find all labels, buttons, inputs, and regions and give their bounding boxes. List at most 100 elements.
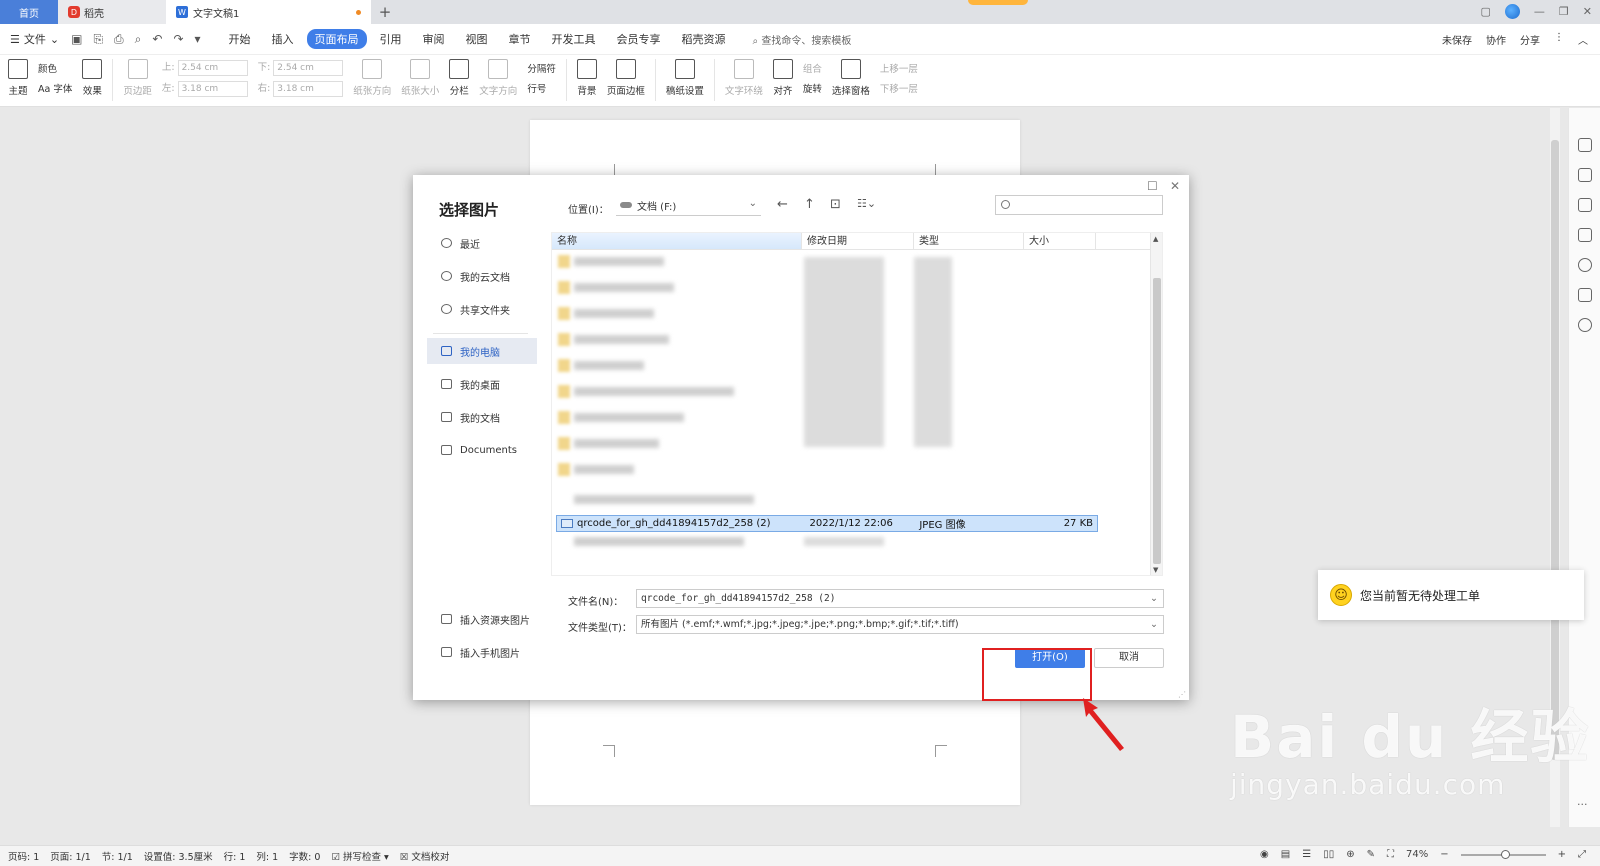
promo-badge[interactable] [968,0,1028,5]
sidebar-item-documents[interactable]: Documents [439,437,547,463]
separator-button[interactable]: 分隔符 [527,61,556,75]
status-page-no[interactable]: 页码: 1 [8,849,39,863]
close-icon[interactable]: ✕ [1170,179,1180,193]
tab-home[interactable]: 首页 [0,0,58,24]
paper-setting-button[interactable]: 稿纸设置 [666,59,704,97]
list-item[interactable] [574,413,684,422]
unsaved-button[interactable]: 未保存 [1442,32,1472,47]
filetype-select[interactable]: 所有图片 (*.emf;*.wmf;*.jpg;*.jpeg;*.jpe;*.p… [636,615,1164,634]
zoom-out-icon[interactable]: − [1440,849,1448,860]
column-name[interactable]: 名称 [552,233,802,249]
zoom-level[interactable]: 74% [1406,849,1428,860]
list-item[interactable] [574,361,644,370]
minimize-icon[interactable]: — [1534,5,1545,18]
text-wrap-button[interactable]: 文字环绕 [725,59,763,97]
paper-size-button[interactable]: 纸张大小 [401,59,439,97]
tab-daoke[interactable]: D 稻壳 [58,0,166,24]
back-icon[interactable]: ← [777,197,788,212]
insert-from-resource-folder[interactable]: 插入资源夹图片 [439,606,547,632]
text-direction-button[interactable]: 文字方向 [479,59,517,97]
select-pane-button[interactable]: 选择窗格 [832,59,870,97]
list-item[interactable] [574,335,669,344]
file-list[interactable]: 名称 修改日期 类型 大小 qrcode_for_gh_dd41894157d2… [551,232,1163,576]
eye-icon[interactable]: ◉ [1260,849,1269,860]
view-mode-icon[interactable]: ☷⌄ [857,197,876,210]
column-size[interactable]: 大小 [1024,233,1096,249]
menu-insert[interactable]: 插入 [264,29,302,49]
print-icon[interactable]: ⎙ [114,32,124,47]
layout-icon[interactable]: ▢ [1481,5,1491,18]
status-setting[interactable]: 设置值: 3.5厘米 [144,849,213,863]
color-button[interactable]: 颜色 [38,61,72,75]
resize-grip-icon[interactable]: ⋰ [1178,690,1186,699]
scrollbar-thumb[interactable] [1153,278,1161,564]
sidebar-item-my-documents[interactable]: 我的文档 [439,404,547,430]
send-backward-button[interactable]: 下移一层 [880,81,918,95]
pen-icon[interactable] [1578,168,1592,182]
status-section[interactable]: 节: 1/1 [102,849,133,863]
left-margin-input[interactable]: 3.18 cm [177,81,248,97]
new-tab-button[interactable]: + [371,0,399,24]
restore-icon[interactable]: ❐ [1559,5,1569,18]
help-icon[interactable] [1578,258,1592,272]
collaborate-button[interactable]: 协作 [1486,32,1506,47]
backup-icon[interactable] [1578,288,1592,302]
status-row[interactable]: 行: 1 [224,849,246,863]
page-border-button[interactable]: 页面边框 [607,59,645,97]
tab-document[interactable]: W 文字文稿1 [166,0,371,24]
status-col[interactable]: 列: 1 [256,849,278,863]
undo-icon[interactable]: ↶ [152,32,162,47]
style-icon[interactable] [1578,138,1592,152]
sidebar-item-my-computer[interactable]: 我的电脑 [427,338,537,364]
share-button[interactable]: 分享 [1520,32,1540,47]
close-window-icon[interactable]: ✕ [1583,5,1592,18]
customize-icon[interactable]: ▾ [195,32,201,47]
menu-daoke-resources[interactable]: 稻壳资源 [674,29,734,49]
rotate-button[interactable]: 旋转 [803,81,822,95]
chevron-down-icon[interactable]: ⌄ [1150,590,1158,607]
fit-page-icon[interactable]: ⛶ [1387,849,1394,860]
more-icon[interactable]: ⋮ [1554,32,1564,47]
read-view-icon[interactable]: ▯▯ [1323,849,1334,860]
list-item[interactable] [574,387,734,396]
proofread-button[interactable]: ☒ 文档校对 [400,849,450,863]
menu-review[interactable]: 审阅 [415,29,453,49]
table-row-selected[interactable]: qrcode_for_gh_dd41894157d2_258 (2) 2022/… [556,515,1098,532]
spell-check-button[interactable]: ☑ 拼写检查 ▾ [331,849,388,863]
columns-button[interactable]: 分栏 [449,59,470,97]
bottom-margin-input[interactable]: 2.54 cm [273,60,344,76]
margins-button[interactable]: 页边距 [123,59,152,97]
menu-member[interactable]: 会员专享 [609,29,669,49]
effect-button[interactable]: 效果 [82,59,103,97]
location-icon[interactable] [1578,318,1592,332]
settings-sliders-icon[interactable] [1578,228,1592,242]
list-item[interactable] [574,283,674,292]
line-number-button[interactable]: 行号 [527,81,556,95]
scroll-up-icon[interactable]: ▲ [1153,235,1158,243]
theme-button[interactable]: 主题 [8,59,28,97]
zoom-in-icon[interactable]: + [1558,849,1566,860]
column-type[interactable]: 类型 [914,233,1024,249]
list-item[interactable] [574,537,744,546]
fullscreen-icon[interactable]: ⤢ [1578,849,1586,860]
menu-start[interactable]: 开始 [221,29,259,49]
font-button[interactable]: Aa 字体 [38,81,72,95]
sidebar-item-cloud-docs[interactable]: 我的云文档 [439,263,547,289]
sidebar-item-desktop[interactable]: 我的桌面 [439,371,547,397]
status-pages[interactable]: 页面: 1/1 [50,849,91,863]
group-button[interactable]: 组合 [803,61,822,75]
preview-icon[interactable]: ⌕ [135,32,142,47]
insert-from-phone[interactable]: 插入手机图片 [439,639,547,665]
redo-icon[interactable]: ↷ [173,32,183,47]
top-margin-input[interactable]: 2.54 cm [177,60,248,76]
location-dropdown[interactable]: 文档 (F:) ⌄ [616,195,761,216]
new-folder-icon[interactable]: ⊡ [830,197,841,212]
scroll-down-icon[interactable]: ▼ [1153,566,1158,574]
filename-input[interactable]: qrcode_for_gh_dd41894157d2_258 (2) ⌄ [636,589,1164,608]
file-menu[interactable]: ☰ 文件 ⌄ [10,31,59,47]
orientation-button[interactable]: 纸张方向 [353,59,391,97]
cancel-button[interactable]: 取消 [1094,648,1164,668]
bring-forward-button[interactable]: 上移一层 [880,61,918,75]
zoom-slider-handle[interactable] [1500,849,1510,859]
web-view-icon[interactable]: ⊕ [1346,849,1354,860]
